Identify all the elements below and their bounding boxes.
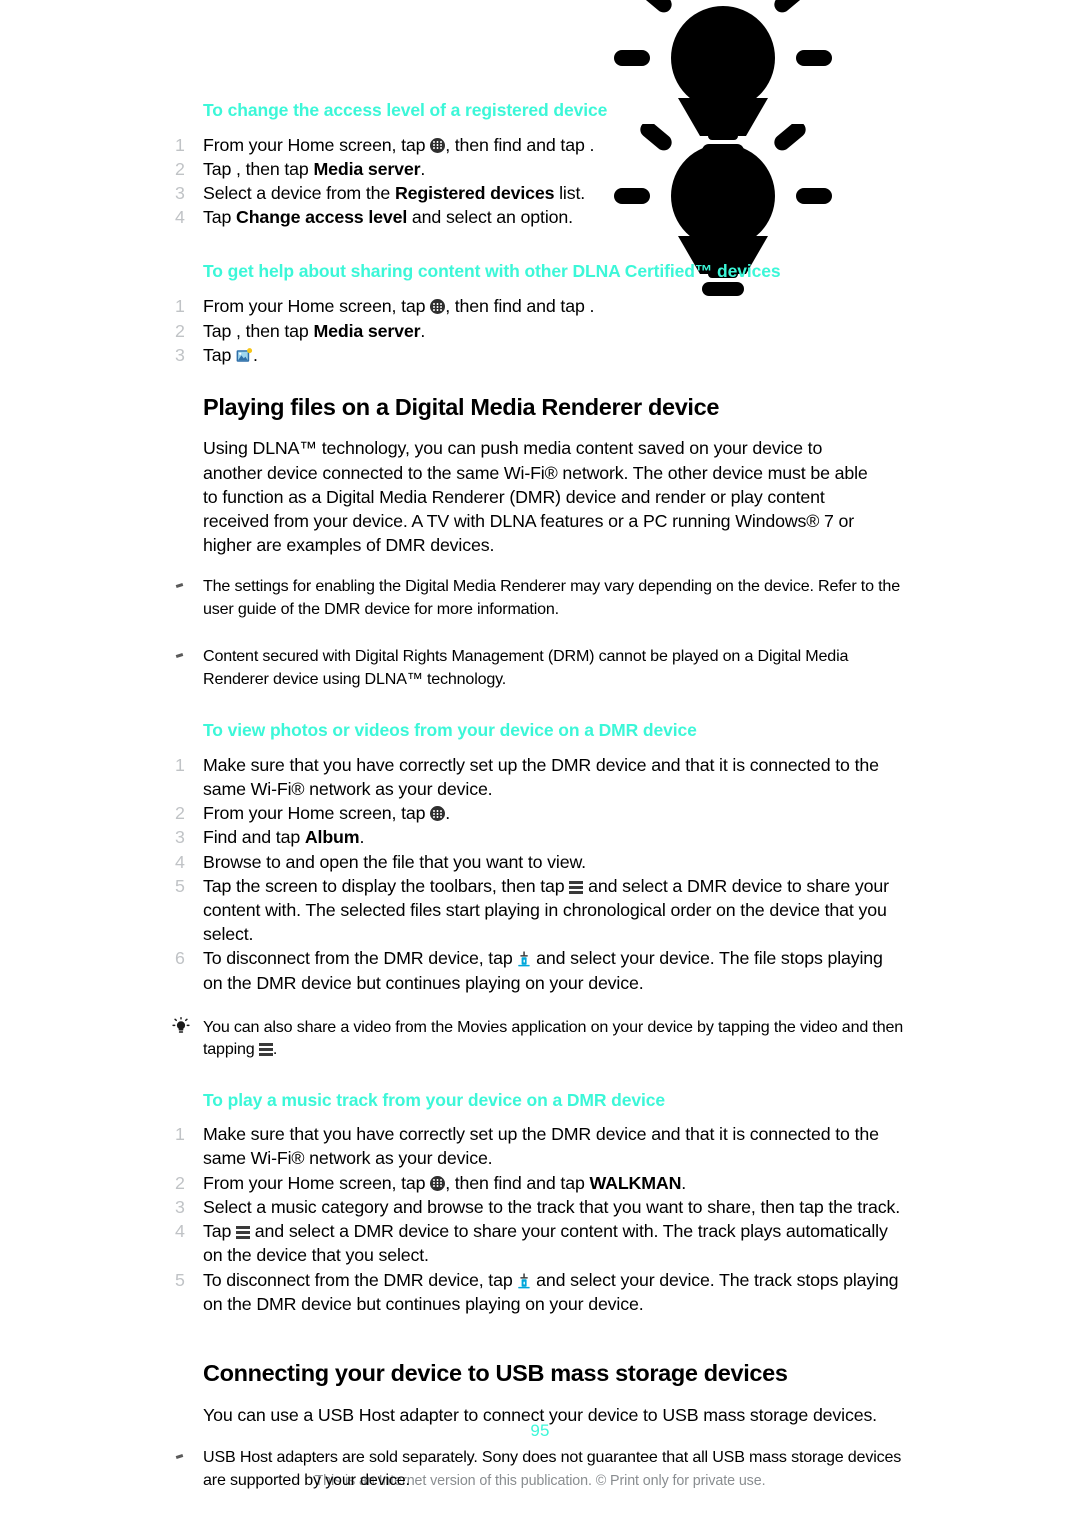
- step-item: 4 Browse to and open the file that you wa…: [0, 850, 1080, 874]
- step-item: 3 Select a device from the Registered dev…: [0, 181, 1080, 205]
- emphasis-label: WALKMAN: [589, 1172, 682, 1193]
- step-number: 1: [175, 1124, 185, 1145]
- step-text: Make sure that you have correctly set up…: [203, 754, 879, 799]
- note-text: Content secured with Digital Rights Mana…: [203, 647, 849, 688]
- note-marker-icon: [175, 1454, 184, 1460]
- throw-icon: [517, 949, 531, 967]
- step-text: Tap Change access level and select an op…: [203, 207, 573, 228]
- app-drawer-icon: [430, 299, 446, 315]
- section-heading-change-access-level: To change the access level of a register…: [203, 100, 608, 120]
- step-item: 2 From your Home screen, tap .: [0, 801, 1080, 825]
- step-number: 5: [175, 1269, 185, 1290]
- step-text: From your Home screen, tap .: [203, 803, 450, 824]
- step-text: From your Home screen, tap , then find a…: [203, 1172, 687, 1193]
- steps-get-help-sharing: 1 From your Home screen, tap , then find …: [0, 294, 1080, 367]
- step-item: 3 Select a music category and browse to t…: [0, 1195, 1080, 1219]
- step-text: Find and tap Album.: [203, 827, 365, 848]
- step-text: Tap , then tap Media server.: [203, 320, 426, 341]
- step-number: 6: [175, 948, 185, 969]
- step-text: Select a music category and browse to th…: [203, 1196, 900, 1217]
- step-item: 4 Tap Change access level and select an o…: [0, 205, 1080, 229]
- step-number: 3: [175, 1196, 185, 1217]
- chapter-intro-usb: You can use a USB Host adapter to connec…: [203, 1405, 877, 1426]
- step-text: Tap and select a DMR device to share you…: [203, 1221, 888, 1266]
- emphasis-label: Change access level: [236, 207, 408, 228]
- chapter-heading-playing-files: Playing files on a Digital Media Rendere…: [203, 393, 720, 420]
- step-number: 2: [175, 158, 185, 179]
- section-heading-view-photos-dmr: To view photos or videos from your devic…: [203, 719, 697, 740]
- step-number: 3: [175, 827, 185, 848]
- note-text: USB Host adapters are sold separately. S…: [203, 1448, 902, 1489]
- step-number: 4: [175, 207, 185, 228]
- tip-text: You can also share a video from the Movi…: [203, 1017, 904, 1059]
- note-drm-content: Content secured with Digital Rights Mana…: [0, 645, 1080, 690]
- chapter-heading-usb-mass-storage: Connecting your device to USB mass stora…: [203, 1359, 788, 1386]
- throw-icon: [517, 1271, 531, 1288]
- document-page: To change the access level of a register…: [0, 0, 1080, 1527]
- steps-view-photos-dmr: 1 Make sure that you have correctly set u…: [0, 753, 1080, 995]
- note-marker-icon: [175, 583, 184, 589]
- step-number: 3: [175, 344, 185, 365]
- step-text: To disconnect from the DMR device, tap a…: [203, 948, 883, 993]
- step-text: From your Home screen, tap , then find a…: [203, 134, 595, 155]
- page-content: To change the access level of a register…: [0, 0, 1080, 1491]
- list-icon: [236, 1225, 251, 1240]
- step-item: 1 Make sure that you have correctly set u…: [0, 1122, 1080, 1170]
- note-text: The settings for enabling the Digital Me…: [203, 577, 900, 618]
- step-number: 4: [175, 1221, 185, 1242]
- chapter-intro-playing-files: Using DLNA™ technology, you can push med…: [203, 438, 868, 556]
- step-text: Select a device from the Registered devi…: [203, 183, 586, 204]
- step-item: 5 Tap the screen to display the toolbars,…: [0, 874, 1080, 947]
- step-item: 1 From your Home screen, tap , then find …: [0, 294, 1080, 318]
- step-item: 4 Tap and select a DMR device to share yo…: [0, 1219, 1080, 1267]
- help-image-icon: [236, 346, 253, 362]
- step-text: Tap , then tap Media server.: [203, 158, 426, 179]
- step-text: Tap .: [203, 344, 258, 365]
- step-number: 3: [175, 183, 185, 204]
- emphasis-label: Registered devices: [394, 183, 555, 204]
- step-item: 3 Tap .: [0, 343, 1080, 367]
- step-item: 6 To disconnect from the DMR device, tap …: [0, 946, 1080, 994]
- app-drawer-icon: [430, 137, 446, 153]
- note-dmr-settings: The settings for enabling the Digital Me…: [0, 575, 1080, 620]
- step-item: 2 From your Home screen, tap , then find …: [0, 1171, 1080, 1195]
- tip-share-video-movies: You can also share a video from the Movi…: [0, 1016, 1080, 1061]
- steps-change-access-level: 1 From your Home screen, tap , then find …: [0, 133, 1080, 230]
- section-heading-play-music-dmr: To play a music track from your device o…: [203, 1089, 666, 1110]
- emphasis-label: Album: [304, 827, 360, 848]
- app-drawer-icon: [430, 806, 446, 822]
- step-item: 3 Find and tap Album.: [0, 825, 1080, 849]
- step-text: Tap the screen to display the toolbars, …: [203, 875, 889, 945]
- step-item: 1 Make sure that you have correctly set u…: [0, 753, 1080, 801]
- step-item: 2 Tap , then tap Media server.: [0, 157, 1080, 181]
- step-number: 4: [175, 851, 185, 872]
- step-number: 2: [175, 320, 185, 341]
- app-drawer-icon: [430, 1175, 446, 1191]
- step-text: Browse to and open the file that you wan…: [203, 851, 586, 872]
- list-icon: [258, 1042, 273, 1057]
- step-text: Make sure that you have correctly set up…: [203, 1124, 879, 1169]
- step-item: 1 From your Home screen, tap , then find …: [0, 133, 1080, 157]
- step-number: 1: [175, 754, 185, 775]
- note-marker-icon: [175, 653, 184, 659]
- step-number: 1: [175, 134, 185, 155]
- step-number: 2: [175, 1172, 185, 1193]
- tip-bulb-icon: [172, 1016, 190, 1035]
- note-usb-adapters: USB Host adapters are sold separately. S…: [0, 1446, 1080, 1491]
- step-number: 5: [175, 875, 185, 896]
- step-item: 5 To disconnect from the DMR device, tap …: [0, 1268, 1080, 1316]
- emphasis-label: Media server: [313, 320, 421, 341]
- step-number: 2: [175, 803, 185, 824]
- section-heading-get-help-sharing: To get help about sharing content with o…: [203, 260, 781, 281]
- emphasis-label: Media server: [313, 158, 421, 179]
- step-text: To disconnect from the DMR device, tap a…: [203, 1269, 899, 1314]
- step-item: 2 Tap , then tap Media server.: [0, 319, 1080, 343]
- list-icon: [569, 879, 584, 894]
- steps-play-music-dmr: 1 Make sure that you have correctly set u…: [0, 1122, 1080, 1316]
- step-text: From your Home screen, tap , then find a…: [203, 296, 595, 317]
- step-number: 1: [175, 296, 185, 317]
